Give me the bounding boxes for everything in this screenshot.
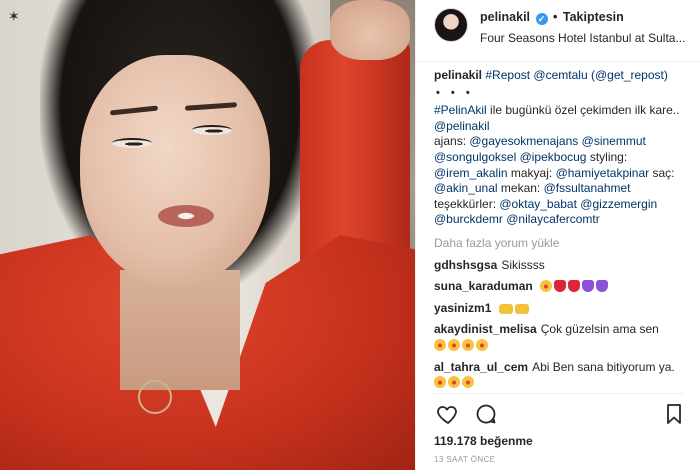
laughing-emoji-icon	[540, 280, 553, 293]
mention[interactable]: @fssultanahmet	[544, 181, 631, 195]
post-header: pelinakil ✓ • Takiptesin Four Seasons Ho…	[416, 0, 700, 62]
likes-count[interactable]: 119.178 beğenme	[434, 434, 533, 448]
comment: gdhshsgsa Sikissss	[434, 258, 692, 274]
post-photo[interactable]: ✶	[0, 0, 415, 470]
mention[interactable]: @oktay_babat	[499, 197, 577, 211]
mention[interactable]: @songulgoksel	[434, 150, 516, 164]
heart-eyes-emoji-icon	[462, 338, 474, 351]
comment-username[interactable]: suna_karaduman	[434, 279, 533, 293]
bookmark-icon[interactable]	[662, 402, 686, 426]
mekan-label: mekan:	[500, 181, 541, 196]
necklace-pendant	[138, 380, 172, 414]
heart-outline-icon[interactable]	[436, 402, 460, 426]
lips	[158, 205, 214, 227]
mention[interactable]: @gizzemergin	[580, 197, 657, 211]
neck	[120, 270, 240, 390]
comment-username[interactable]: yasinizm1	[434, 301, 491, 315]
comment: yasinizm1	[434, 301, 692, 317]
following-button[interactable]: Takiptesin	[563, 10, 624, 24]
pointing-hand-icon	[514, 303, 529, 314]
mention[interactable]: @irem_akalin	[434, 166, 508, 180]
repost-hashtag[interactable]: #Repost	[485, 68, 530, 82]
action-bar	[430, 400, 690, 430]
purple-heart-icon	[582, 280, 595, 293]
divider	[434, 393, 684, 394]
mention[interactable]: @ipekbocug	[520, 150, 587, 164]
post-side-panel: pelinakil ✓ • Takiptesin Four Seasons Ho…	[415, 0, 700, 470]
mention[interactable]: @burckdemr	[434, 212, 503, 226]
right-eye	[192, 125, 232, 135]
location-link[interactable]: Four Seasons Hotel Istanbul at Sulta...	[480, 31, 685, 45]
separator: •	[553, 10, 558, 24]
mention[interactable]: @akin_unal	[434, 181, 498, 195]
heart-eyes-emoji-icon	[476, 338, 488, 351]
heart-eyes-emoji-icon	[448, 376, 460, 389]
thanks-label: teşekkürler:	[434, 196, 497, 211]
caption-text: ile bugünkü özel çekimden ilk kare..	[490, 103, 680, 118]
comment-text: Sikissss	[501, 257, 545, 272]
caption-dots: • • •	[436, 86, 474, 99]
styling-label: styling:	[589, 149, 628, 164]
caption-username[interactable]: pelinakil	[434, 68, 482, 82]
purple-heart-icon	[596, 280, 609, 293]
avatar[interactable]	[434, 8, 468, 42]
comment: al_tahra_ul_cem Abi Ben sana bitiyorum ya…	[434, 360, 692, 391]
hand	[330, 0, 410, 60]
mention[interactable]: @hamiyetakpinar	[556, 166, 650, 180]
instagram-post: ✶ pelinakil ✓ • Takiptesin Four Seasons …	[0, 0, 700, 470]
caption: pelinakil #Repost @cemtalu (@get_repost)…	[434, 68, 692, 228]
header-user-line: pelinakil ✓ • Takiptesin	[480, 10, 624, 25]
post-timestamp[interactable]: 13 SAAT ÖNCE	[434, 455, 495, 464]
comments-list[interactable]: pelinakil #Repost @cemtalu (@get_repost)…	[434, 68, 692, 390]
sac-label: saç:	[652, 165, 675, 180]
heart-eyes-emoji-icon	[448, 338, 460, 351]
comment-bubble-icon[interactable]	[474, 402, 498, 426]
caption-hashtag[interactable]: #PelinAkil	[434, 103, 487, 117]
heart-eyes-emoji-icon	[434, 376, 446, 389]
face	[80, 55, 270, 285]
ajans-label: ajans:	[434, 134, 467, 149]
caption-mention[interactable]: @pelinakil	[434, 119, 490, 133]
heart-eyes-emoji-icon	[434, 338, 446, 351]
comment: suna_karaduman	[434, 279, 692, 295]
comment-text: Abi Ben sana bitiyorum ya.	[532, 359, 675, 374]
mention[interactable]: @gayesokmenajans	[469, 134, 578, 148]
header-username[interactable]: pelinakil	[480, 10, 530, 24]
makyaj-label: makyaj:	[510, 165, 553, 180]
red-heart-icon	[554, 280, 567, 293]
load-more-comments-link[interactable]: Daha fazla yorum yükle	[434, 236, 692, 252]
mention[interactable]: @nilaycafercomtr	[506, 212, 600, 226]
mention[interactable]: @sinemmut	[582, 134, 646, 148]
comment-username[interactable]: al_tahra_ul_cem	[434, 360, 528, 374]
left-eye	[112, 138, 152, 148]
comment: akaydinist_melisa Çok güzelsin ama sen	[434, 322, 692, 353]
comment-username[interactable]: gdhshsgsa	[434, 258, 497, 272]
verified-badge-icon: ✓	[535, 13, 548, 25]
repost-mention[interactable]: @cemtalu	[533, 68, 587, 82]
heart-eyes-emoji-icon	[462, 376, 474, 389]
red-heart-icon	[568, 280, 581, 293]
pointing-hand-icon	[498, 303, 513, 314]
comment-text: Çok güzelsin ama sen	[540, 322, 659, 337]
tattoo-icon: ✶	[8, 8, 20, 24]
comment-username[interactable]: akaydinist_melisa	[434, 322, 537, 336]
via-mention[interactable]: (@get_repost)	[591, 68, 668, 82]
